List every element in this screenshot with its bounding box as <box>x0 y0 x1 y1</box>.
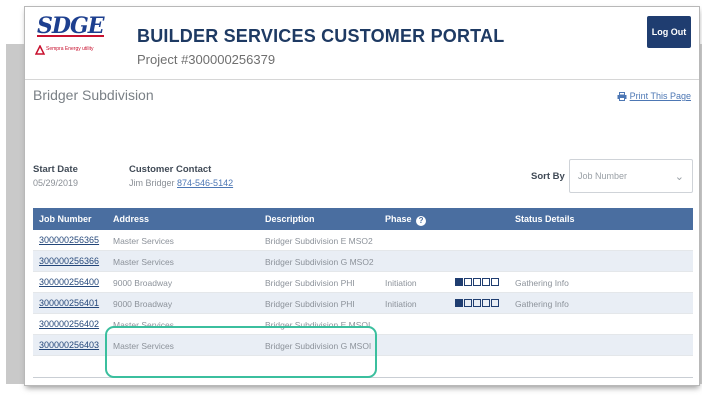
description-cell: Bridger Subdivision E MSO2 <box>265 236 373 246</box>
contact-name: Jim Bridger <box>129 178 175 188</box>
header-divider <box>25 79 699 80</box>
job-number-link[interactable]: 300000256365 <box>39 235 99 245</box>
phase-progress-indicator <box>455 278 499 286</box>
progress-step <box>464 299 472 307</box>
progress-step <box>491 299 499 307</box>
status-cell: Gathering Info <box>515 278 569 288</box>
progress-step <box>482 278 490 286</box>
progress-step <box>473 299 481 307</box>
progress-step <box>473 278 481 286</box>
print-page-link[interactable]: Print This Page <box>617 91 691 101</box>
start-date-value: 05/29/2019 <box>33 178 79 188</box>
table-row: 300000256400 9000 Broadway Bridger Subdivi… <box>33 272 693 293</box>
col-header-address[interactable]: Address <box>113 214 149 224</box>
progress-step <box>491 278 499 286</box>
col-header-phase[interactable]: Phase ? <box>385 214 427 226</box>
job-number-link[interactable]: 300000256366 <box>39 256 99 266</box>
logout-button[interactable]: Log Out <box>647 16 691 48</box>
chevron-down-icon: ⌄ <box>674 171 684 183</box>
address-cell: 9000 Broadway <box>113 278 173 288</box>
phase-cell: Initiation <box>385 299 417 309</box>
progress-step <box>455 299 463 307</box>
job-number-link[interactable]: 300000256401 <box>39 298 99 308</box>
status-cell: Gathering Info <box>515 299 569 309</box>
table-row: 300000256366 Master Services Bridger Subdi… <box>33 251 693 272</box>
portal-window: SDGE Sempra Energy utility BUILDER SERVI… <box>24 6 700 386</box>
highlight-annotation <box>105 326 377 378</box>
sempra-swoosh-icon <box>35 45 45 55</box>
phase-cell: Initiation <box>385 278 417 288</box>
printer-icon <box>617 91 627 101</box>
sort-by-value: Job Number <box>578 171 628 181</box>
help-icon[interactable]: ? <box>416 216 427 226</box>
progress-step <box>464 278 472 286</box>
project-number: Project #300000256379 <box>137 52 276 67</box>
address-cell: 9000 Broadway <box>113 299 173 309</box>
print-page-label: Print This Page <box>629 91 691 101</box>
subdivision-title: Bridger Subdivision <box>33 87 154 103</box>
table-header: Job Number Address Description Phase ? S… <box>33 208 693 230</box>
col-header-phase-label: Phase <box>385 214 412 224</box>
table-row: 300000256365 Master Services Bridger Subdi… <box>33 230 693 251</box>
portal-title: BUILDER SERVICES CUSTOMER PORTAL <box>137 26 505 46</box>
job-number-link[interactable]: 300000256400 <box>39 277 99 287</box>
sort-by-select[interactable]: Job Number ⌄ <box>569 159 693 193</box>
logo-mark: SDGE <box>37 13 105 39</box>
description-cell: Bridger Subdivision PHI <box>265 278 355 288</box>
progress-step <box>455 278 463 286</box>
progress-step <box>482 299 490 307</box>
description-cell: Bridger Subdivision PHI <box>265 299 355 309</box>
col-header-status-details[interactable]: Status Details <box>515 214 575 224</box>
address-cell: Master Services <box>113 257 174 267</box>
phase-progress-indicator <box>455 299 499 307</box>
contact-phone-link[interactable]: 874-546-5142 <box>177 178 233 188</box>
address-cell: Master Services <box>113 236 174 246</box>
job-number-link[interactable]: 300000256403 <box>39 340 99 350</box>
customer-contact-label: Customer Contact <box>129 164 212 175</box>
table-row: 300000256401 9000 Broadway Bridger Subdivi… <box>33 293 693 314</box>
sdge-logo: SDGE Sempra Energy utility <box>35 13 105 59</box>
start-date-label: Start Date <box>33 164 78 175</box>
description-cell: Bridger Subdivision G MSO2 <box>265 257 374 267</box>
job-number-link[interactable]: 300000256402 <box>39 319 99 329</box>
logo-subtext: Sempra Energy utility <box>46 46 94 52</box>
col-header-job-number[interactable]: Job Number <box>39 214 92 224</box>
sort-by-label: Sort By <box>531 171 565 182</box>
col-header-description[interactable]: Description <box>265 214 315 224</box>
customer-contact-value: Jim Bridger 874-546-5142 <box>129 178 233 188</box>
